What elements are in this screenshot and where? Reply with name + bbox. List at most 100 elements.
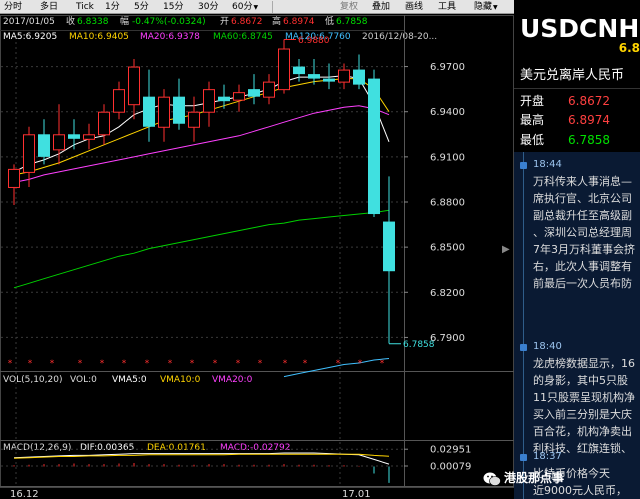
event-marker-icon: * bbox=[258, 359, 263, 369]
news-line[interactable]: 龙虎榜数据显示，16 bbox=[533, 355, 640, 372]
symbol-title: USDCNH bbox=[520, 14, 640, 43]
time-tick-label: 16.12 bbox=[10, 489, 39, 499]
event-marker-icon: * bbox=[122, 359, 127, 369]
price-tick-label: 6.9400 bbox=[430, 107, 465, 118]
candle-body bbox=[23, 134, 35, 173]
news-timeline bbox=[523, 152, 524, 499]
event-marker-icon: * bbox=[336, 359, 341, 369]
watermark-text: 港股那点事 bbox=[504, 471, 565, 485]
quote-panel: USDCNH 6.8 美元兑离岸人民币 开盘 6.8672 最高 6.8974 … bbox=[514, 0, 640, 499]
kline-chart[interactable]: 6.9700 6.9400 6.9100 6.8800 6.8500 6.8200 6.79… bbox=[0, 0, 514, 499]
event-marker-icon: * bbox=[28, 359, 33, 369]
candle-body bbox=[368, 78, 380, 215]
event-marker-icon: * bbox=[303, 359, 308, 369]
ma-line-ma20 bbox=[13, 105, 390, 183]
news-time: 18:37 bbox=[533, 451, 562, 462]
news-line[interactable]: 百合花，机构净卖出 bbox=[533, 423, 640, 440]
price-tick-label: 6.8800 bbox=[430, 198, 465, 209]
price-tick-label: 6.7900 bbox=[430, 333, 465, 344]
candle-body bbox=[113, 89, 125, 113]
candle-body bbox=[143, 96, 155, 127]
candle-body bbox=[383, 221, 395, 272]
candle-body bbox=[218, 96, 230, 102]
macd-panel: 0.02951 0.00079 bbox=[1, 445, 471, 483]
news-dot-icon bbox=[520, 162, 527, 169]
news-line[interactable]: 11只股票呈现机构净 bbox=[533, 389, 640, 406]
candle-body bbox=[158, 96, 170, 128]
price-tick-label: 6.9700 bbox=[430, 62, 465, 73]
price-tick-label: 6.8200 bbox=[430, 288, 465, 299]
time-tick-label: 17.01 bbox=[342, 489, 371, 499]
dea-line bbox=[13, 453, 390, 459]
high-label: 最高 bbox=[520, 113, 545, 127]
news-dot-icon bbox=[520, 344, 527, 351]
candle-body bbox=[38, 134, 50, 157]
high-value: 6.8974 bbox=[568, 113, 610, 127]
event-marker-icon: * bbox=[213, 359, 218, 369]
event-marker-icon: * bbox=[78, 359, 83, 369]
event-marker-icon: * bbox=[145, 359, 150, 369]
macd-tick-label: 0.02951 bbox=[430, 445, 471, 456]
candle-body bbox=[248, 89, 260, 97]
candle-body bbox=[68, 134, 80, 139]
candle-body bbox=[233, 92, 245, 101]
open-value: 6.8672 bbox=[568, 94, 610, 108]
annotation-label: 6.7858 bbox=[403, 340, 435, 350]
candle-body bbox=[293, 66, 305, 75]
low-value: 6.7858 bbox=[568, 133, 610, 147]
news-line[interactable]: 副总裁升任至高级副 bbox=[533, 207, 640, 224]
candle-body bbox=[128, 66, 140, 106]
ma-line-ma5 bbox=[13, 75, 390, 173]
candle-body bbox=[53, 134, 65, 151]
last-price: 6.8 bbox=[618, 41, 640, 55]
collapse-panel-icon[interactable]: ▶ bbox=[502, 244, 510, 255]
news-line[interactable]: 买入前三分别是大庆 bbox=[533, 406, 640, 423]
news-line[interactable]: 、深圳公司总经理周 bbox=[533, 224, 640, 241]
candle-body bbox=[263, 81, 275, 98]
event-marker-icon: * bbox=[50, 359, 55, 369]
event-marker-icon: * bbox=[380, 359, 385, 369]
price-axis: 6.9700 6.9400 6.9100 6.8800 6.8500 6.8200 6.79… bbox=[430, 62, 465, 344]
low-label: 最低 bbox=[520, 133, 545, 147]
news-line[interactable]: 右，此次人事调整有 bbox=[533, 258, 640, 275]
ma-line-ma60 bbox=[13, 209, 390, 289]
news-line[interactable]: 的身影，其中5只股 bbox=[533, 372, 640, 389]
news-line[interactable]: 万科传来人事消息— bbox=[533, 173, 640, 190]
news-feed[interactable]: 18:44 万科传来人事消息— 席执行官、北京公司 副总裁升任至高级副 、深圳公… bbox=[514, 152, 640, 499]
news-line[interactable]: 前最后一次人员布防 bbox=[533, 275, 640, 292]
candle-body bbox=[278, 48, 290, 91]
candle-body bbox=[98, 111, 110, 136]
candle-body bbox=[188, 111, 200, 128]
news-time: 18:40 bbox=[533, 341, 562, 352]
ma-lines bbox=[13, 75, 390, 378]
divider bbox=[514, 88, 640, 89]
news-line[interactable]: 席执行官、北京公司 bbox=[533, 190, 640, 207]
candles: * * * * * * * * * * * * * * * * * bbox=[8, 39, 395, 369]
candle-body bbox=[308, 74, 320, 79]
event-marker-icon: * bbox=[236, 359, 241, 369]
event-marker-icon: * bbox=[100, 359, 105, 369]
annotation-label: 6.9880 bbox=[298, 36, 330, 46]
quote-row-low: 最低 6.7858 bbox=[520, 131, 636, 149]
wechat-icon bbox=[483, 472, 501, 486]
open-label: 开盘 bbox=[520, 94, 545, 108]
quote-row-high: 最高 6.8974 bbox=[520, 111, 636, 129]
candle-body bbox=[353, 69, 365, 85]
news-time: 18:44 bbox=[533, 159, 562, 170]
event-marker-icon: * bbox=[190, 359, 195, 369]
news-line[interactable]: 7年3月万科董事会挤 bbox=[533, 241, 640, 258]
quote-row-open: 开盘 6.8672 bbox=[520, 92, 636, 110]
ma-line-ma10 bbox=[13, 78, 390, 176]
instrument-name: 美元兑离岸人民币 bbox=[520, 68, 625, 83]
candle-body bbox=[338, 69, 350, 83]
event-marker-icon: * bbox=[8, 359, 13, 369]
watermark: 港股那点事 bbox=[483, 469, 623, 491]
event-marker-icon: * bbox=[358, 359, 363, 369]
candle-body bbox=[173, 96, 185, 124]
price-tick-label: 6.9100 bbox=[430, 152, 465, 163]
event-marker-icon: * bbox=[283, 359, 288, 369]
news-dot-icon bbox=[520, 454, 527, 461]
event-marker-icon: * bbox=[168, 359, 173, 369]
candle-body bbox=[8, 168, 20, 188]
candle-body bbox=[203, 89, 215, 113]
